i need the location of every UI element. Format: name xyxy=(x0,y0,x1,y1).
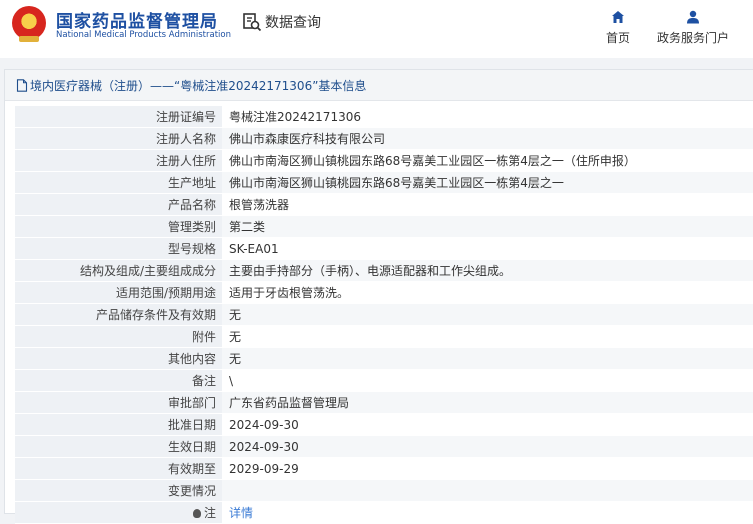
table-row: 审批部门 广东省药品监督管理局 xyxy=(15,391,753,414)
site-header: 国家药品监督管理局 National Medical Products Admi… xyxy=(0,0,753,58)
field-value: 根管荡洗器 xyxy=(222,193,753,216)
national-emblem-logo[interactable] xyxy=(12,6,46,42)
field-label: 审批部门 xyxy=(15,391,222,414)
table-row: 结构及组成/主要组成成分 主要由手持部分（手柄）、电源适配器和工作尖组成。 xyxy=(15,259,753,282)
field-label: 管理类别 xyxy=(15,215,222,238)
table-row: 产品储存条件及有效期无 xyxy=(15,303,753,326)
field-label: 生效日期 xyxy=(15,435,222,458)
device-info-panel: 境内医疗器械（注册）——“粤械注准20242171306”基本信息 注册证编号粤… xyxy=(4,69,753,524)
panel-title-text: 境内医疗器械（注册）——“粤械注准20242171306”基本信息 xyxy=(30,78,367,93)
note-label-text: 注 xyxy=(203,505,216,520)
field-label: 其他内容 xyxy=(15,347,222,370)
field-value: 无 xyxy=(222,325,753,348)
field-label: 注册证编号 xyxy=(15,106,222,128)
table-row: 注册证编号 粤械注准20242171306 xyxy=(15,106,753,128)
field-value: 广东省药品监督管理局 xyxy=(222,391,753,414)
field-value: 第二类 xyxy=(222,215,753,238)
nav-home-label: 首页 xyxy=(606,31,631,45)
info-table: 注册证编号 粤械注准20242171306 注册人名称 佛山市森康医疗科技有限公司 注册… xyxy=(15,106,753,524)
table-row: 型号规格 SK-EA01 xyxy=(15,237,753,260)
field-value: 佛山市森康医疗科技有限公司 xyxy=(222,127,753,150)
field-value xyxy=(222,479,753,502)
table-row: 产品名称 根管荡洗器 xyxy=(15,193,753,216)
field-value: 适用于牙齿根管荡洗。 xyxy=(222,281,753,304)
table-row: 备注 \ xyxy=(15,369,753,392)
field-label: 生产地址 xyxy=(15,171,222,194)
panel-title: 境内医疗器械（注册）——“粤械注准20242171306”基本信息 xyxy=(5,70,753,101)
field-value: \ xyxy=(222,369,753,392)
nav-service-portal[interactable]: 政务服务门户 xyxy=(657,9,729,46)
table-row: 其他内容无 xyxy=(15,347,753,370)
user-icon xyxy=(686,9,700,25)
note-label: 注 xyxy=(15,501,222,524)
field-label: 适用范围/预期用途 xyxy=(15,281,222,304)
table-row: 附件无 xyxy=(15,325,753,348)
lightbulb-icon xyxy=(192,508,201,518)
field-label: 有效期至 xyxy=(15,457,222,480)
search-doc-icon xyxy=(243,13,262,32)
field-label: 型号规格 xyxy=(15,237,222,260)
data-query-label: 数据查询 xyxy=(265,15,321,31)
field-value: 主要由手持部分（手柄）、电源适配器和工作尖组成。 xyxy=(222,259,753,282)
table-row: 适用范围/预期用途 适用于牙齿根管荡洗。 xyxy=(15,281,753,304)
table-row: 注册人名称 佛山市森康医疗科技有限公司 xyxy=(15,127,753,150)
field-value: 2029-09-29 xyxy=(222,457,753,480)
brand-name-cn[interactable]: 国家药品监督管理局 xyxy=(56,7,218,32)
field-value: 佛山市南海区狮山镇桃园东路68号嘉美工业园区一栋第4层之一（住所申报） xyxy=(222,149,753,172)
nav-portal-label: 政务服务门户 xyxy=(657,31,730,45)
table-row: 管理类别 第二类 xyxy=(15,215,753,238)
field-value: 无 xyxy=(222,347,753,370)
field-label: 变更情况 xyxy=(15,479,222,502)
field-label: 备注 xyxy=(15,369,222,392)
document-icon xyxy=(16,78,28,92)
field-label: 附件 xyxy=(15,325,222,348)
table-row-note: 注详情 xyxy=(15,501,753,524)
field-label: 注册人名称 xyxy=(15,127,222,150)
nav-home[interactable]: 首页 xyxy=(606,9,630,46)
field-value: SK-EA01 xyxy=(222,237,753,260)
table-row: 生产地址 佛山市南海区狮山镇桃园东路68号嘉美工业园区一栋第4层之一 xyxy=(15,171,753,194)
table-row: 批准日期 2024-09-30 xyxy=(15,413,753,436)
field-label: 产品名称 xyxy=(15,193,222,216)
field-value: 无 xyxy=(222,303,753,326)
note-value: 详情 xyxy=(222,501,753,524)
field-label: 批准日期 xyxy=(15,413,222,436)
field-label: 注册人住所 xyxy=(15,149,222,172)
field-value: 2024-09-30 xyxy=(222,413,753,436)
home-icon xyxy=(611,9,625,25)
table-row: 生效日期 2024-09-30 xyxy=(15,435,753,458)
field-label: 产品储存条件及有效期 xyxy=(15,303,222,326)
brand-name-en: National Medical Products Administration xyxy=(56,30,231,40)
field-label: 结构及组成/主要组成成分 xyxy=(15,259,222,282)
table-row: 有效期至 2029-09-29 xyxy=(15,457,753,480)
field-value: 2024-09-30 xyxy=(222,435,753,458)
field-value: 粤械注准20242171306 xyxy=(222,106,753,128)
details-link[interactable]: 详情 xyxy=(229,506,253,520)
table-row: 注册人住所 佛山市南海区狮山镇桃园东路68号嘉美工业园区一栋第4层之一（住所申报） xyxy=(15,149,753,172)
field-value: 佛山市南海区狮山镇桃园东路68号嘉美工业园区一栋第4层之一 xyxy=(222,171,753,194)
data-query-link[interactable]: 数据查询 xyxy=(242,12,321,32)
table-row: 变更情况 xyxy=(15,479,753,502)
